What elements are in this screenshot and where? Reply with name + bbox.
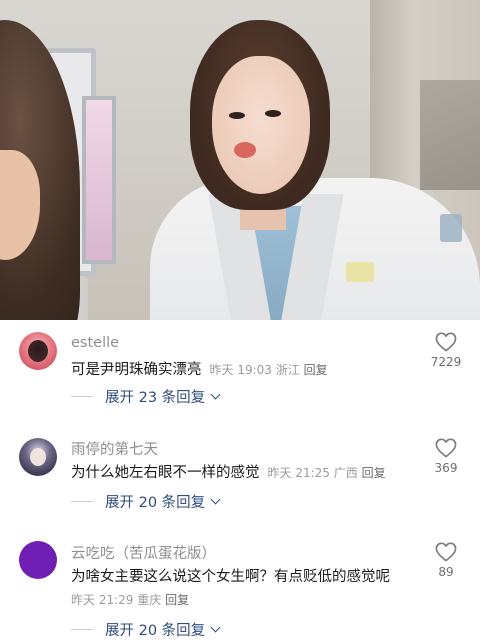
divider <box>71 501 93 502</box>
woman-mouth <box>234 142 256 158</box>
video-frame[interactable] <box>0 0 480 320</box>
like-button[interactable]: 89 <box>426 542 466 579</box>
heart-outline-icon <box>435 542 457 562</box>
woman-face <box>212 56 310 194</box>
expand-replies-label: 展开 23 条回复 <box>105 390 206 406</box>
comment-username[interactable]: 云吃吃（苦瓜蛋花版） <box>71 542 216 563</box>
reply-button[interactable]: 回复 <box>304 363 328 377</box>
comment-list: estelle 可是尹明珠确实漂亮 昨天 19:03 浙江 回复 展开 23 条回… <box>0 320 480 640</box>
comment-location: 浙江 <box>275 363 300 377</box>
comment-body: 为什么她左右眼不一样的感觉 昨天 21:25 广西 回复 <box>71 461 386 482</box>
avatar[interactable] <box>19 541 57 579</box>
comment-meta: 昨天 21:29 重庆 回复 <box>71 591 189 608</box>
comment-location: 重庆 <box>137 593 162 607</box>
comment-username[interactable]: estelle <box>71 335 119 351</box>
chevron-down-icon <box>210 622 221 633</box>
expand-replies-button[interactable]: 展开 20 条回复 <box>71 491 221 512</box>
like-count: 7229 <box>430 355 462 369</box>
comment-username[interactable]: 雨停的第七天 <box>71 438 158 459</box>
background-monitor-screen <box>82 96 116 264</box>
divider <box>71 396 93 397</box>
expand-replies-label: 展开 20 条回复 <box>105 623 206 639</box>
reply-button[interactable]: 回复 <box>362 466 386 480</box>
chevron-down-icon <box>210 494 221 505</box>
like-button[interactable]: 7229 <box>426 332 466 369</box>
like-count: 89 <box>438 565 454 579</box>
avatar[interactable] <box>19 438 57 476</box>
comment-time: 昨天 19:03 <box>209 363 272 377</box>
sleeve-patch <box>440 214 462 242</box>
heart-outline-icon <box>435 438 457 458</box>
comment-time: 昨天 21:29 <box>71 593 134 607</box>
expand-replies-button[interactable]: 展开 23 条回复 <box>71 386 221 407</box>
reply-button[interactable]: 回复 <box>165 593 189 607</box>
like-button[interactable]: 369 <box>426 438 466 475</box>
heart-outline-icon <box>435 332 457 352</box>
expand-replies-button[interactable]: 展开 20 条回复 <box>71 619 221 640</box>
avatar[interactable] <box>19 332 57 370</box>
background-shelf <box>420 80 480 190</box>
divider <box>71 629 93 630</box>
comment-text: 为什么她左右眼不一样的感觉 <box>71 465 260 481</box>
comment-location: 广西 <box>333 466 358 480</box>
comment-text: 为啥女主要这么说这个女生啊？有点贬低的感觉呢 <box>71 569 390 585</box>
comment-time: 昨天 21:25 <box>267 466 330 480</box>
comment-meta: 昨天 19:03 浙江 回复 <box>210 363 328 377</box>
comment-meta: 昨天 21:25 广西 回复 <box>268 466 386 480</box>
woman-eye-right <box>265 110 281 117</box>
comment-body: 可是尹明珠确实漂亮 昨天 19:03 浙江 回复 <box>71 358 328 379</box>
comment-text: 可是尹明珠确实漂亮 <box>71 362 202 378</box>
name-badge <box>346 262 374 282</box>
like-count: 369 <box>434 461 458 475</box>
woman-eye-left <box>229 112 245 119</box>
expand-replies-label: 展开 20 条回复 <box>105 495 206 511</box>
chevron-down-icon <box>210 389 221 400</box>
